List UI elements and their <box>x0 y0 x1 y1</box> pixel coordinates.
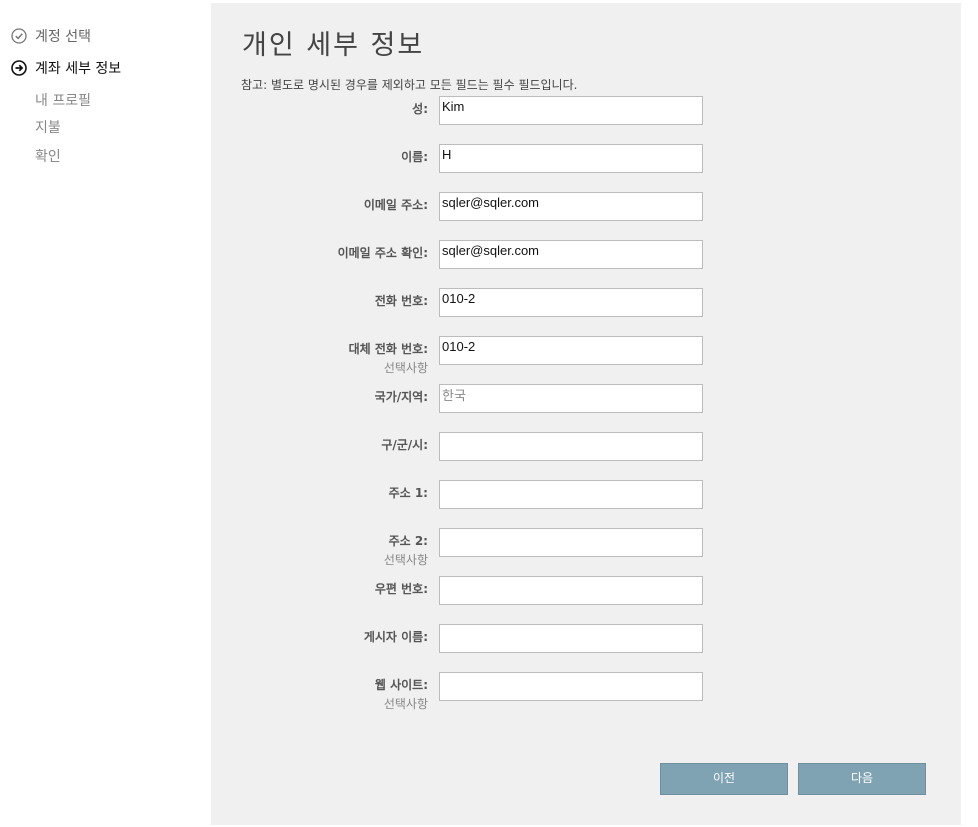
field-label: 이메일 주소 확인: <box>337 246 428 260</box>
optional-label: 선택사항 <box>383 553 428 567</box>
field-label: 게시자 이름: <box>363 630 428 644</box>
optional-label: 선택사항 <box>383 361 428 375</box>
address2-input[interactable] <box>439 528 703 557</box>
substep-my-profile[interactable]: 내 프로필 <box>35 90 91 110</box>
field-row-address2: 주소 2: 선택사항 <box>211 528 961 572</box>
field-row-country: 국가/지역: <box>211 384 961 428</box>
email-input[interactable] <box>439 192 703 221</box>
next-button[interactable]: 다음 <box>798 763 926 795</box>
wizard-sidebar: 계정 선택 계좌 세부 정보 내 프로필 지불 확인 <box>0 0 210 827</box>
field-row-email-confirm: 이메일 주소 확인: <box>211 240 961 284</box>
country-input <box>439 384 703 413</box>
check-circle-icon <box>11 28 27 44</box>
field-label: 주소 2: <box>388 534 428 548</box>
field-row-phone: 전화 번호: <box>211 288 961 332</box>
field-label: 전화 번호: <box>374 294 428 308</box>
field-row-first-name: 이름: <box>211 144 961 188</box>
field-label: 주소 1: <box>388 486 428 500</box>
field-label: 성: <box>412 102 428 116</box>
publisher-name-input[interactable] <box>439 624 703 653</box>
field-label: 이메일 주소: <box>363 198 428 212</box>
email-confirm-input[interactable] <box>439 240 703 269</box>
step-label: 계좌 세부 정보 <box>35 61 122 77</box>
optional-label: 선택사항 <box>383 697 428 711</box>
required-fields-note: 참고: 별도로 명시된 경우를 제외하고 모든 필드는 필수 필드입니다. <box>241 78 578 92</box>
field-label: 웹 사이트: <box>374 678 428 692</box>
page-title: 개인 세부 정보 <box>242 30 425 61</box>
field-row-publisher-name: 게시자 이름: <box>211 624 961 668</box>
field-label: 국가/지역: <box>374 390 428 404</box>
address1-input[interactable] <box>439 480 703 509</box>
field-label: 구/군/시: <box>381 438 428 452</box>
field-label: 우편 번호: <box>374 582 428 596</box>
field-label: 이름: <box>401 150 428 164</box>
field-label: 대체 전화 번호: <box>348 342 428 356</box>
field-row-address1: 주소 1: <box>211 480 961 524</box>
field-row-email: 이메일 주소: <box>211 192 961 236</box>
previous-button[interactable]: 이전 <box>660 763 788 795</box>
field-row-alt-phone: 대체 전화 번호: 선택사항 <box>211 336 961 380</box>
step-account-details[interactable]: 계좌 세부 정보 <box>11 58 121 78</box>
arrow-circle-icon <box>11 60 27 76</box>
phone-input[interactable] <box>439 288 703 317</box>
alt-phone-input[interactable] <box>439 336 703 365</box>
website-input[interactable] <box>439 672 703 701</box>
city-input[interactable] <box>439 432 703 461</box>
first-name-input[interactable] <box>439 144 703 173</box>
step-account-select[interactable]: 계정 선택 <box>11 26 91 46</box>
last-name-input[interactable] <box>439 96 703 125</box>
substep-confirm[interactable]: 확인 <box>35 146 61 166</box>
field-row-postal-code: 우편 번호: <box>211 576 961 620</box>
field-row-last-name: 성: <box>211 96 961 140</box>
step-label: 계정 선택 <box>35 29 91 45</box>
details-panel: 개인 세부 정보 참고: 별도로 명시된 경우를 제외하고 모든 필드는 필수 … <box>211 3 961 825</box>
postal-code-input[interactable] <box>439 576 703 605</box>
field-row-city: 구/군/시: <box>211 432 961 476</box>
field-row-website: 웹 사이트: 선택사항 <box>211 672 961 716</box>
substep-payment[interactable]: 지불 <box>35 117 61 137</box>
